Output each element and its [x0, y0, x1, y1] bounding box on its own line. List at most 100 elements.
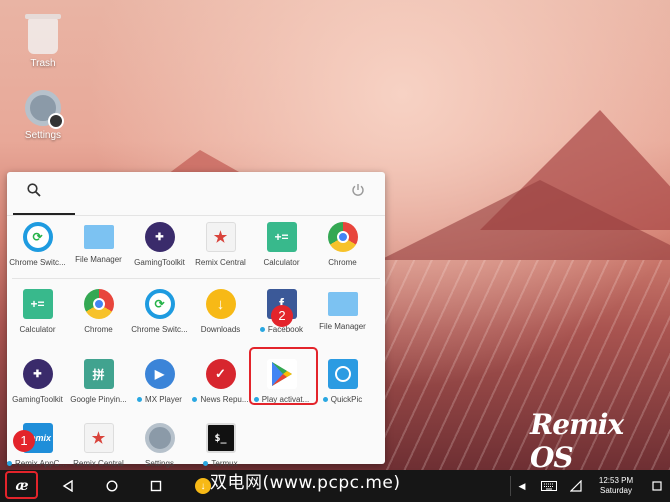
app-news-republic[interactable]: ✓ News Repu... [190, 357, 251, 413]
launcher-divider [7, 215, 385, 216]
calculator-icon: += [266, 222, 297, 252]
news-icon: ✓ [205, 359, 236, 389]
app-settings[interactable]: Settings [129, 421, 190, 477]
app-row-recent: ⟳ Chrome Switc... File Manager ✚ GamingT… [7, 220, 385, 278]
app-label: Remix Central [195, 258, 246, 267]
tray-divider [510, 476, 511, 496]
app-label: Downloads [200, 325, 241, 334]
app-downloads[interactable]: ↓ Downloads [190, 287, 251, 343]
clock[interactable]: 12:53 PM Saturday [594, 470, 638, 502]
network-icon [570, 480, 582, 492]
app-quickpic[interactable]: QuickPic [312, 357, 373, 413]
app-label: MX Player [129, 395, 190, 404]
app-grid: ⟳ Chrome Switc... File Manager ✚ GamingT… [7, 220, 385, 477]
chrome-icon [327, 222, 358, 252]
folder-icon [83, 225, 114, 249]
chevron-left-icon: ◀ [518, 480, 526, 491]
app-row: ✚ GamingToolkit 拼 Google Pinyin... ▶ MX … [7, 357, 385, 413]
gamepad-icon: ✚ [22, 359, 53, 389]
power-icon[interactable] [351, 183, 365, 197]
app-label: News Repu... [190, 395, 251, 404]
app-label-text: Remix AppClo... [15, 459, 68, 468]
app-file-manager[interactable]: File Manager [68, 220, 129, 278]
desktop-icon-settings[interactable]: Settings [8, 90, 78, 141]
download-icon: ↓ [205, 289, 236, 319]
app-label: QuickPic [312, 395, 373, 404]
app-chrome-switch[interactable]: ⟳ Chrome Switc... [7, 220, 68, 278]
app-file-manager[interactable]: File Manager [312, 287, 373, 343]
notification-icon [652, 481, 662, 491]
app-mx-player[interactable]: ▶ MX Player [129, 357, 190, 413]
app-chrome-switch[interactable]: ⟳ Chrome Switc... [129, 287, 190, 343]
app-label-text: Termux [211, 459, 238, 468]
trash-icon [25, 14, 61, 54]
gear-icon [25, 90, 64, 129]
app-chrome[interactable]: Chrome [68, 287, 129, 343]
app-row: += Calculator Chrome ⟳ Chrome Switc... ↓… [7, 287, 385, 343]
app-gaming-toolkit[interactable]: ✚ GamingToolkit [7, 357, 68, 413]
clock-time: 12:53 PM [598, 476, 634, 485]
chrome-switch-icon: ⟳ [22, 222, 53, 252]
launcher-header [7, 172, 385, 212]
tray-expand[interactable]: ◀ [516, 470, 528, 502]
chrome-switch-icon: ⟳ [144, 289, 175, 319]
play-activator-highlight [249, 347, 318, 405]
wallpaper-mountain [380, 180, 670, 260]
new-app-dot [192, 397, 198, 403]
app-label: Chrome Switc... [9, 258, 66, 267]
chrome-icon [83, 289, 114, 319]
search-icon[interactable] [27, 183, 41, 197]
app-gaming-toolkit[interactable]: ✚ GamingToolkit [129, 220, 190, 278]
app-label: Remix AppClo... [7, 459, 68, 468]
watermark-text: 双电网(www.pcpc.me) [210, 473, 401, 493]
app-chrome[interactable]: Chrome [312, 220, 373, 278]
new-app-dot [137, 397, 143, 403]
app-label: File Manager [75, 255, 122, 264]
app-label-text: QuickPic [330, 395, 363, 404]
desktop-icon-label: Settings [24, 130, 62, 141]
step-badge-2: 2 [271, 305, 293, 327]
app-calculator[interactable]: += Calculator [251, 220, 312, 278]
keyboard-indicator[interactable] [539, 470, 559, 502]
terminal-icon: $_ [205, 423, 236, 453]
recents-icon [150, 480, 162, 492]
app-calculator[interactable]: += Calculator [7, 287, 68, 343]
remix-os-logo: Remix OS [530, 408, 624, 470]
app-remix-central[interactable]: ★ Remix Central [190, 220, 251, 278]
network-indicator[interactable] [568, 470, 584, 502]
quickpic-icon [327, 359, 358, 389]
recents-button[interactable] [144, 470, 168, 502]
back-button[interactable] [56, 470, 80, 502]
back-icon [62, 480, 73, 492]
app-label: Chrome Switc... [131, 325, 188, 334]
step-badge-1: 1 [13, 430, 35, 452]
app-label: GamingToolkit [134, 258, 185, 267]
desktop-icon-trash[interactable]: Trash [8, 14, 78, 69]
app-label: Settings [145, 459, 174, 468]
start-button-highlight [5, 471, 38, 499]
new-app-dot [322, 397, 328, 403]
keyboard-icon [541, 481, 557, 491]
remix-central-icon: ★ [205, 222, 236, 252]
app-label: Termux [190, 459, 251, 468]
new-app-dot [203, 461, 209, 467]
app-label: Remix Central [73, 459, 124, 468]
app-label-text: News Repu... [200, 395, 249, 404]
app-google-pinyin[interactable]: 拼 Google Pinyin... [68, 357, 129, 413]
app-launcher: ⟳ Chrome Switc... File Manager ✚ GamingT… [7, 172, 385, 468]
app-label: File Manager [319, 322, 366, 331]
notification-button[interactable] [650, 470, 664, 502]
app-label-text: MX Player [145, 395, 182, 404]
clock-day: Saturday [599, 486, 633, 495]
app-label: Calculator [263, 258, 300, 267]
app-label: GamingToolkit [12, 395, 63, 404]
app-label: Google Pinyin... [70, 395, 127, 404]
gamepad-icon: ✚ [144, 222, 175, 252]
home-button[interactable] [100, 470, 124, 502]
folder-icon [327, 292, 358, 316]
desktop-icon-label: Trash [30, 58, 56, 69]
app-remix-central[interactable]: ★ Remix Central [68, 421, 129, 477]
home-icon [106, 480, 118, 492]
calculator-icon: += [22, 289, 53, 319]
new-app-dot [259, 327, 265, 333]
